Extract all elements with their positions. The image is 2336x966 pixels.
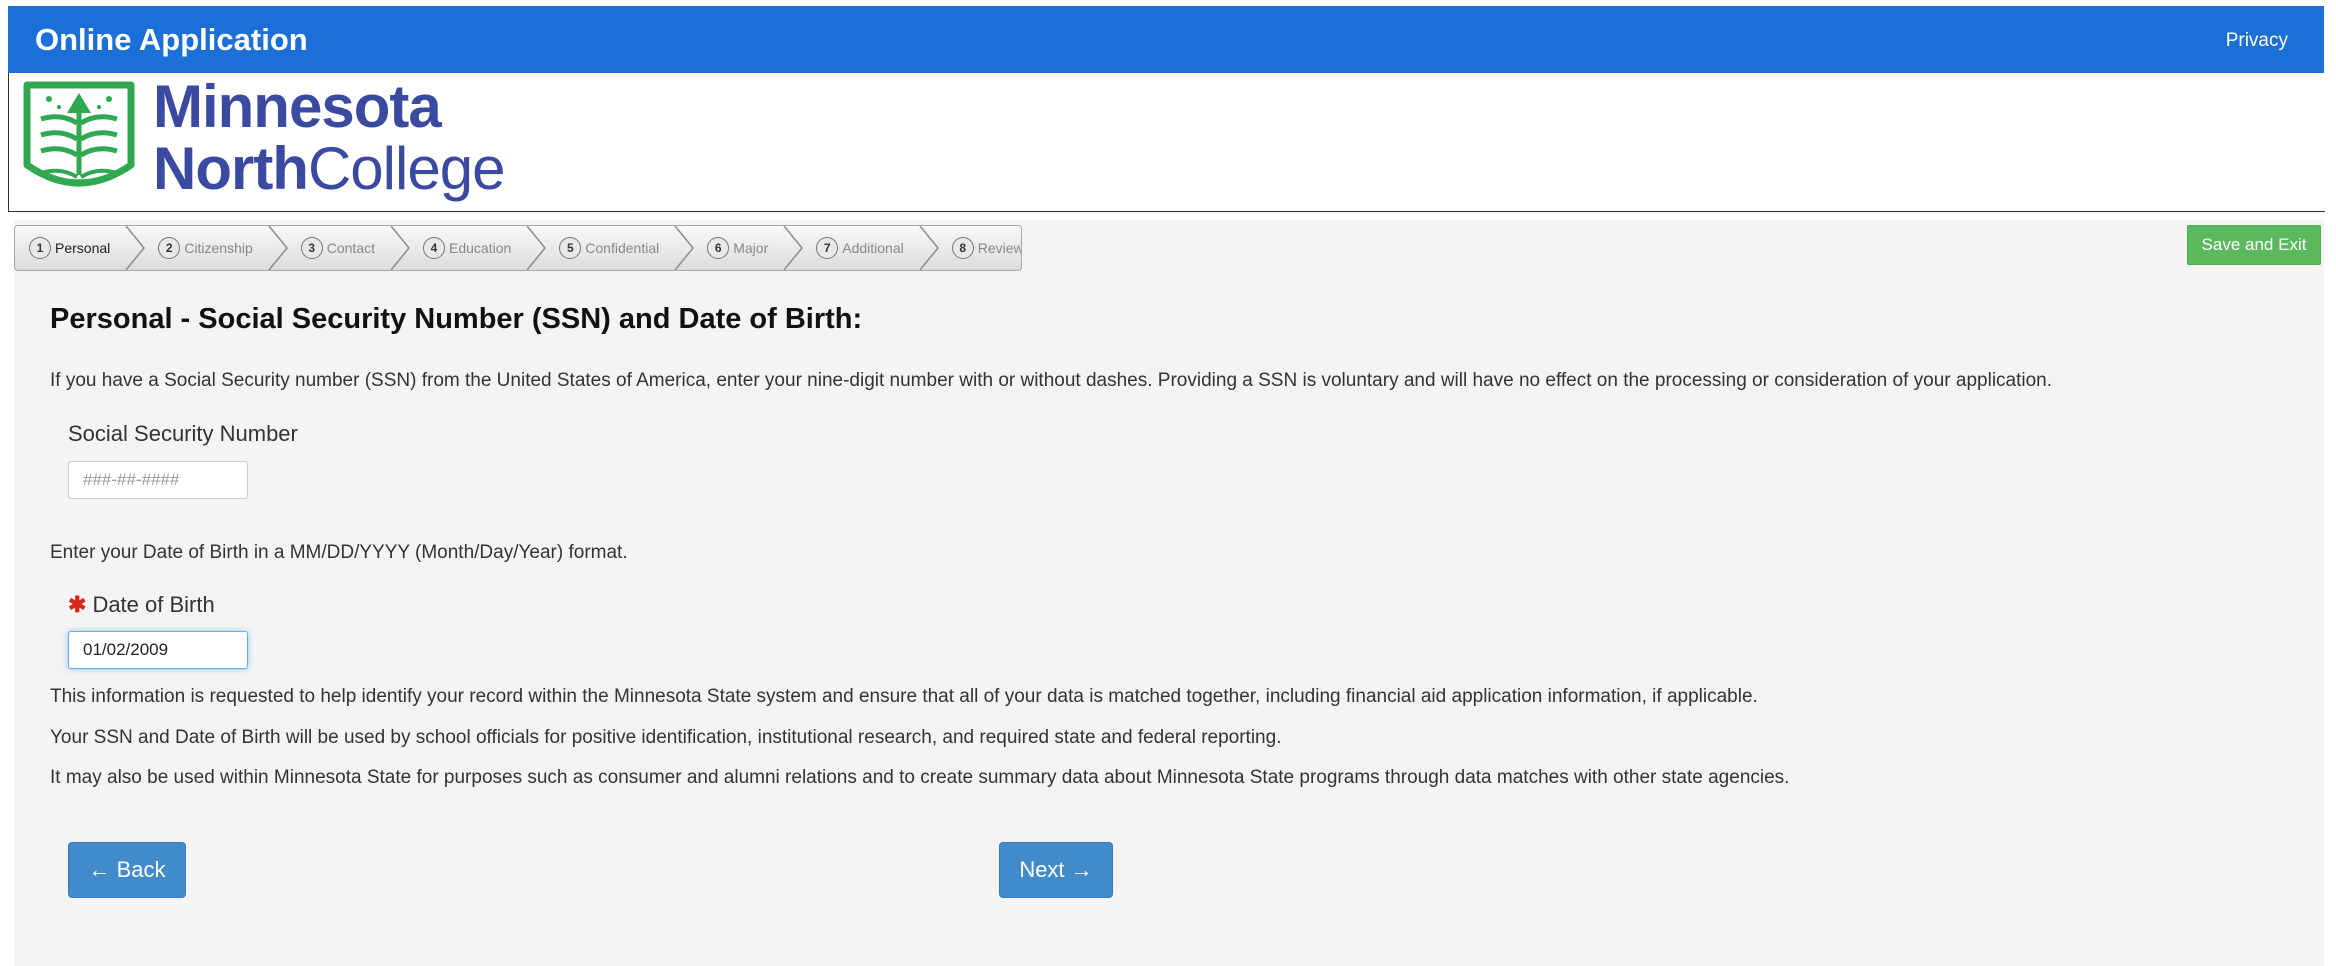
required-asterisk-icon: ✱ (68, 592, 87, 617)
dob-label-row: ✱ Date of Birth (68, 592, 215, 618)
top-bar: Online Application Privacy (8, 6, 2324, 73)
ssn-input[interactable] (68, 461, 248, 499)
step-number: 1 (29, 237, 51, 259)
dob-label: Date of Birth (92, 592, 215, 617)
wizard-step-contact[interactable]: 3 Contact (289, 226, 389, 270)
wordmark-college: College (307, 135, 505, 202)
step-label: Confidential (585, 240, 660, 256)
wizard-step-personal[interactable]: 1 Personal (15, 226, 124, 270)
dob-input[interactable] (68, 631, 248, 669)
info-paragraph-1: This information is requested to help id… (50, 686, 1758, 707)
step-label: Education (449, 240, 512, 256)
step-number: 2 (158, 237, 181, 259)
step-number: 7 (816, 237, 839, 259)
chevron-right-icon (268, 226, 288, 270)
step-label: Additional (842, 240, 904, 256)
wizard-step-citizenship[interactable]: 2 Citizenship (146, 226, 266, 270)
app-title: Online Application (35, 22, 308, 57)
dob-instructions: Enter your Date of Birth in a MM/DD/YYYY… (50, 542, 628, 563)
wizard-step-review[interactable]: 8 Review (940, 226, 1022, 270)
chevron-right-icon (919, 226, 939, 270)
step-number: 5 (559, 237, 582, 259)
wizard-step-major[interactable]: 6 Major (695, 226, 782, 270)
wordmark-north: North (153, 135, 309, 202)
step-label: Citizenship (184, 240, 253, 256)
step-number: 3 (300, 237, 323, 259)
next-button[interactable]: Next → (999, 842, 1113, 898)
ssn-label: Social Security Number (68, 421, 298, 446)
wizard-step-additional[interactable]: 7 Additional (804, 226, 918, 270)
progress-wizard: 1 Personal 2 Citizenship 3 Contact 4 Education 5… (14, 225, 1022, 271)
info-paragraph-2: Your SSN and Date of Birth will be used … (50, 727, 1282, 748)
step-number: 4 (423, 237, 445, 259)
chevron-right-icon (390, 226, 410, 270)
step-label: Personal (55, 240, 111, 256)
wordmark-line-1: Minnesota (153, 73, 442, 140)
ssn-instructions: If you have a Social Security number (SS… (50, 370, 2053, 391)
wordmark-line-2: NorthCollege (153, 139, 505, 199)
back-button[interactable]: ← Back (68, 842, 186, 898)
chevron-right-icon (125, 226, 146, 270)
college-header: Minnesota NorthCollege (8, 73, 2325, 212)
college-emblem-icon (23, 81, 135, 187)
wizard-step-confidential[interactable]: 5 Confidential (547, 226, 673, 270)
privacy-link[interactable]: Privacy (2226, 30, 2288, 52)
step-label: Major (733, 240, 769, 256)
chevron-right-icon (674, 226, 695, 270)
step-label: Contact (326, 240, 375, 256)
step-label: Review (977, 240, 1022, 256)
info-paragraph-3: It may also be used within Minnesota Sta… (50, 767, 1790, 788)
step-number: 6 (707, 237, 730, 259)
wizard-step-education[interactable]: 4 Education (411, 226, 525, 270)
chevron-right-icon (783, 226, 804, 270)
college-wordmark: Minnesota NorthCollege (153, 73, 505, 199)
save-and-exit-button[interactable]: Save and Exit (2187, 225, 2321, 265)
chevron-right-icon (526, 226, 547, 270)
step-number: 8 (951, 237, 974, 259)
page-title: Personal - Social Security Number (SSN) … (50, 303, 863, 335)
